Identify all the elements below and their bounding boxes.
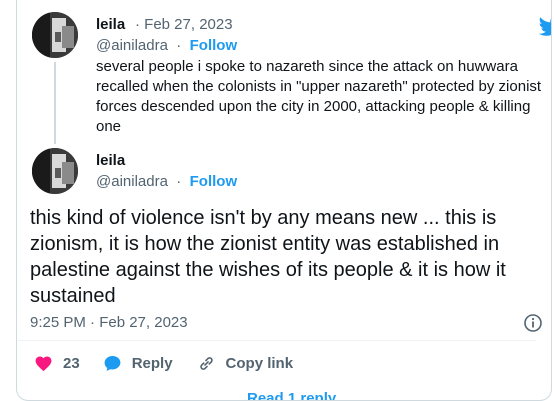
like-button[interactable]: 23 bbox=[34, 354, 80, 373]
divider bbox=[18, 340, 536, 341]
tweet-timestamp[interactable]: 9:25 PM · Feb 27, 2023 bbox=[30, 314, 188, 331]
separator-dot: · bbox=[172, 37, 186, 54]
reply-label: Reply bbox=[131, 354, 173, 372]
author-handle[interactable]: @ainiladra bbox=[96, 173, 168, 190]
twitter-bird-icon[interactable] bbox=[539, 14, 552, 38]
author-name[interactable]: leila bbox=[96, 16, 125, 33]
copy-link-label: Copy link bbox=[225, 354, 294, 372]
author-handle[interactable]: @ainiladra bbox=[96, 37, 168, 54]
parent-tweet-text: several people i spoke to nazareth since… bbox=[96, 58, 542, 135]
action-bar: 23 Reply Copy link bbox=[34, 353, 293, 373]
handle-row: @ainiladra · Follow bbox=[96, 37, 237, 54]
follow-button[interactable]: Follow bbox=[190, 37, 238, 54]
avatar[interactable] bbox=[32, 148, 78, 194]
read-replies-button[interactable]: Read 1 reply bbox=[247, 390, 336, 400]
separator-dot: · bbox=[172, 173, 186, 190]
info-icon[interactable] bbox=[523, 313, 543, 333]
copy-link-button[interactable]: Copy link bbox=[197, 354, 294, 373]
thread-connector-line bbox=[54, 62, 56, 144]
follow-button[interactable]: Follow bbox=[190, 173, 238, 190]
avatar[interactable] bbox=[32, 12, 78, 58]
reply-button[interactable]: Reply bbox=[103, 354, 173, 373]
tweet-date[interactable]: · Feb 27, 2023 bbox=[135, 16, 233, 33]
main-tweet-text: this kind of violence isn't by any means… bbox=[30, 207, 506, 307]
link-icon bbox=[199, 356, 213, 370]
like-count: 23 bbox=[63, 354, 80, 372]
tweet-card: leila · Feb 27, 2023 @ainiladra · Follow… bbox=[16, 0, 552, 401]
reply-bubble-icon bbox=[104, 355, 121, 371]
author-name[interactable]: leila bbox=[96, 152, 125, 169]
handle-row: @ainiladra · Follow bbox=[96, 173, 237, 190]
heart-icon bbox=[35, 356, 52, 371]
